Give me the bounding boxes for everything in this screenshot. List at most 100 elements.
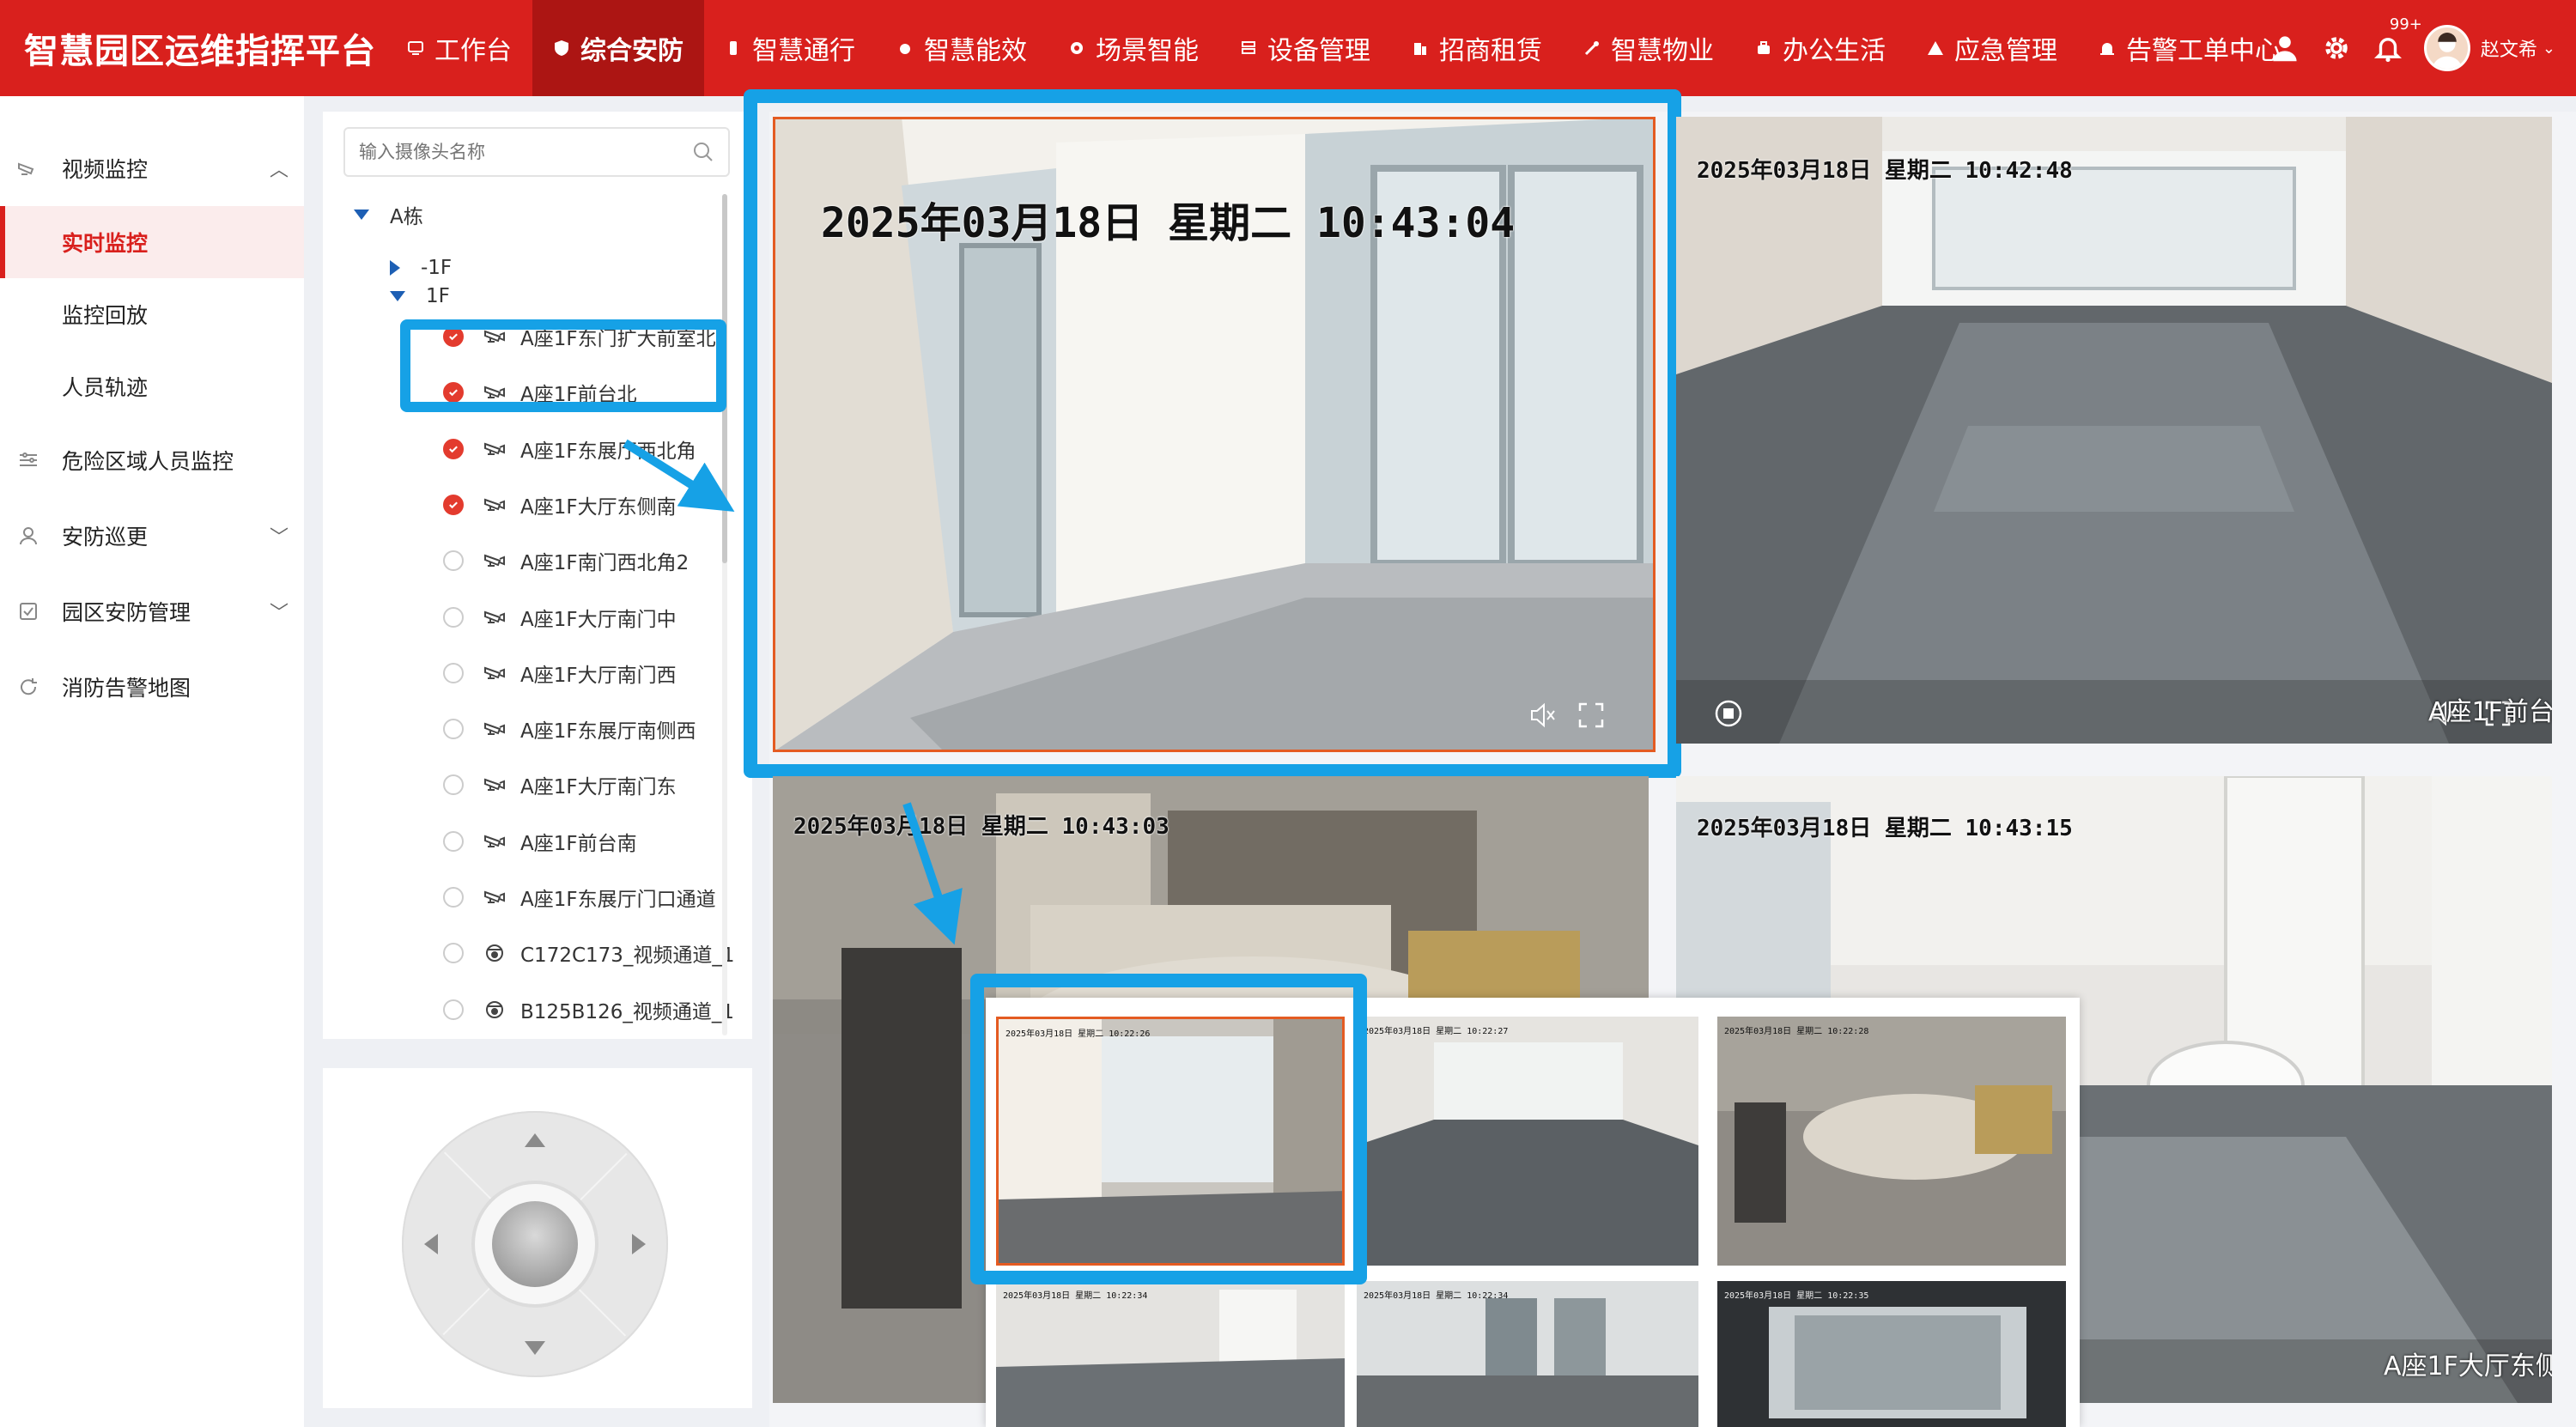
app-title: 智慧园区运维指挥平台 bbox=[24, 32, 376, 71]
nav-item-emergency[interactable]: 应急管理 bbox=[1906, 0, 2078, 96]
camera-tree-item[interactable]: C172C173_视频通道_1 bbox=[443, 927, 735, 979]
ptz-knob[interactable] bbox=[492, 1201, 578, 1287]
checkbox-unchecked-icon[interactable] bbox=[443, 774, 464, 796]
sidebar-item-live-monitor[interactable]: 实时监控 bbox=[0, 206, 304, 278]
checkbox-unchecked-icon[interactable] bbox=[443, 606, 464, 628]
security-doc-icon bbox=[15, 598, 41, 624]
camera-search-box[interactable] bbox=[343, 127, 730, 177]
scene-icon bbox=[1068, 39, 1085, 57]
tree-node-floor-1[interactable]: 1F bbox=[390, 283, 450, 309]
avatar[interactable] bbox=[2423, 25, 2470, 71]
thumbnail-4-scene bbox=[996, 1281, 1345, 1427]
notification-badge: 99+ bbox=[2385, 15, 2426, 33]
bullet-camera-icon bbox=[483, 549, 507, 573]
guard-icon bbox=[15, 523, 41, 549]
video-2-control-bar bbox=[1676, 680, 2552, 744]
camera-tree-item[interactable]: A座1F东展厅南侧西 bbox=[443, 703, 696, 755]
checkbox-unchecked-icon[interactable] bbox=[443, 662, 464, 683]
search-icon[interactable] bbox=[692, 141, 714, 163]
camera-tree-item[interactable]: A座1F大厅南门东 bbox=[443, 759, 677, 811]
checkbox-unchecked-icon[interactable] bbox=[443, 887, 464, 908]
nav-item-energy[interactable]: 智慧能效 bbox=[876, 0, 1048, 96]
video-scene-2 bbox=[1676, 117, 2552, 744]
ptz-up-arrow-icon[interactable] bbox=[525, 1133, 545, 1147]
thumbnail-2-scene bbox=[1357, 1017, 1698, 1266]
bullet-camera-icon bbox=[483, 605, 507, 629]
thumbnail-5[interactable]: 2025年03月18日 星期二 10:22:34 bbox=[1357, 1281, 1698, 1427]
nav-item-office[interactable]: 办公生活 bbox=[1735, 0, 1906, 96]
tree-node-building-a[interactable]: A栋 bbox=[354, 189, 423, 240]
ptz-left-arrow-icon[interactable] bbox=[424, 1234, 438, 1254]
bullet-camera-icon bbox=[483, 437, 507, 461]
ptz-control-panel bbox=[323, 1068, 752, 1408]
nav-item-property[interactable]: 智慧物业 bbox=[1563, 0, 1735, 96]
video-player-2[interactable]: 2025年03月18日 星期二 10:42:48 A座1F前台北 bbox=[1676, 117, 2552, 744]
stop-icon[interactable] bbox=[1714, 699, 1743, 728]
alarm-icon bbox=[2099, 39, 2116, 57]
camera-name: A座1F大厅南门东 bbox=[520, 776, 677, 799]
expand-triangle-icon[interactable] bbox=[354, 209, 369, 220]
camera-search-input[interactable] bbox=[359, 142, 692, 162]
camera-tree-item[interactable]: A座1F大厅南门西 bbox=[443, 647, 677, 699]
main-nav: 工作台 综合安防 智慧通行 智慧能效 场景智能 设备管理 招商租赁 智慧物业 办… bbox=[386, 0, 2301, 96]
video-2-timestamp: 2025年03月18日 星期二 10:42:48 bbox=[1697, 158, 2073, 184]
sidebar-item-danger-zone[interactable]: 危险区域人员监控 bbox=[0, 422, 304, 498]
checkbox-unchecked-icon[interactable] bbox=[443, 943, 464, 964]
ptz-center bbox=[475, 1184, 595, 1304]
camera-tree-item[interactable]: A座1F大厅南门中 bbox=[443, 592, 677, 643]
ptz-right-arrow-icon[interactable] bbox=[632, 1234, 646, 1254]
sidebar-item-patrol[interactable]: 安防巡更 ﹀ bbox=[0, 498, 304, 574]
checkbox-unchecked-icon[interactable] bbox=[443, 830, 464, 852]
camera-name: A座1F前台南 bbox=[520, 832, 637, 855]
camera-tree-item[interactable]: A座1F前台南 bbox=[443, 816, 637, 867]
sidebar-item-park-security[interactable]: 园区安防管理 ﹀ bbox=[0, 574, 304, 649]
ptz-down-arrow-icon[interactable] bbox=[525, 1341, 545, 1355]
thumbnail-3-timestamp: 2025年03月18日 星期二 10:22:28 bbox=[1724, 1027, 1869, 1036]
emergency-icon bbox=[1927, 39, 1944, 57]
expand-triangle-icon[interactable] bbox=[390, 291, 405, 301]
camera-tree-item[interactable]: A座1F南门西北角2 bbox=[443, 535, 689, 586]
bullet-camera-icon bbox=[483, 773, 507, 797]
sidebar-item-track[interactable]: 人员轨迹 bbox=[0, 350, 304, 422]
collapse-triangle-icon[interactable] bbox=[390, 260, 400, 276]
video-4-camera-label: A座1F大厅东侧南 bbox=[2384, 1351, 2552, 1381]
checkbox-checked-icon[interactable] bbox=[443, 494, 464, 515]
top-right-tools: 99+ 赵文希 ⌄ bbox=[2251, 0, 2555, 96]
top-navigation-bar: 智慧园区运维指挥平台 工作台 综合安防 智慧通行 智慧能效 场景智能 设备管理 … bbox=[0, 0, 2576, 96]
chevron-down-icon[interactable]: ⌄ bbox=[2543, 39, 2555, 58]
thumbnail-6-scene bbox=[1717, 1281, 2066, 1427]
nav-item-scene[interactable]: 场景智能 bbox=[1048, 0, 1219, 96]
camera-tree-item[interactable]: A座1F大厅东侧南 bbox=[443, 479, 677, 531]
highlight-box-thumbnail bbox=[970, 974, 1367, 1284]
bullet-camera-icon bbox=[483, 661, 507, 685]
camera-tree-item[interactable]: B125B126_视频通道_1 bbox=[443, 984, 734, 1035]
sidebar-item-fire-map[interactable]: 消防告警地图 bbox=[0, 649, 304, 725]
nav-item-device[interactable]: 设备管理 bbox=[1219, 0, 1391, 96]
user-icon[interactable] bbox=[2268, 31, 2302, 65]
bell-icon[interactable]: 99+ bbox=[2371, 15, 2426, 65]
camera-tree-item[interactable]: A座1F东展厅西北角 bbox=[443, 423, 696, 475]
thumbnail-5-timestamp: 2025年03月18日 星期二 10:22:34 bbox=[1364, 1291, 1509, 1301]
thumbnail-3[interactable]: 2025年03月18日 星期二 10:22:28 bbox=[1717, 1017, 2066, 1266]
checkbox-checked-icon[interactable] bbox=[443, 438, 464, 459]
chevron-up-icon: ︿ bbox=[269, 160, 289, 181]
nav-item-security[interactable]: 综合安防 bbox=[532, 0, 704, 96]
thumbnail-3-scene bbox=[1717, 1017, 2066, 1266]
settings-gear-icon[interactable] bbox=[2319, 31, 2354, 65]
nav-item-lease[interactable]: 招商租赁 bbox=[1391, 0, 1563, 96]
energy-icon bbox=[896, 39, 914, 57]
property-icon bbox=[1583, 39, 1601, 57]
ptz-joystick[interactable] bbox=[402, 1111, 668, 1377]
user-name[interactable]: 赵文希 bbox=[2481, 34, 2537, 62]
sidebar-item-video-monitor[interactable]: 视频监控 ︿ bbox=[0, 131, 304, 206]
nav-item-access[interactable]: 智慧通行 bbox=[704, 0, 876, 96]
thumbnail-6[interactable]: 2025年03月18日 星期二 10:22:35 bbox=[1717, 1281, 2066, 1427]
thumbnail-2[interactable]: 2025年03月18日 星期二 10:22:27 bbox=[1357, 1017, 1698, 1266]
checkbox-unchecked-icon[interactable] bbox=[443, 719, 464, 740]
thumbnail-4[interactable]: 2025年03月18日 星期二 10:22:34 bbox=[996, 1281, 1345, 1427]
checkbox-unchecked-icon[interactable] bbox=[443, 999, 464, 1020]
checkbox-unchecked-icon[interactable] bbox=[443, 550, 464, 572]
camera-tree-item[interactable]: A座1F东展厅门口通道 bbox=[443, 871, 716, 923]
nav-item-workbench[interactable]: 工作台 bbox=[386, 0, 532, 96]
sidebar-item-playback[interactable]: 监控回放 bbox=[0, 278, 304, 350]
